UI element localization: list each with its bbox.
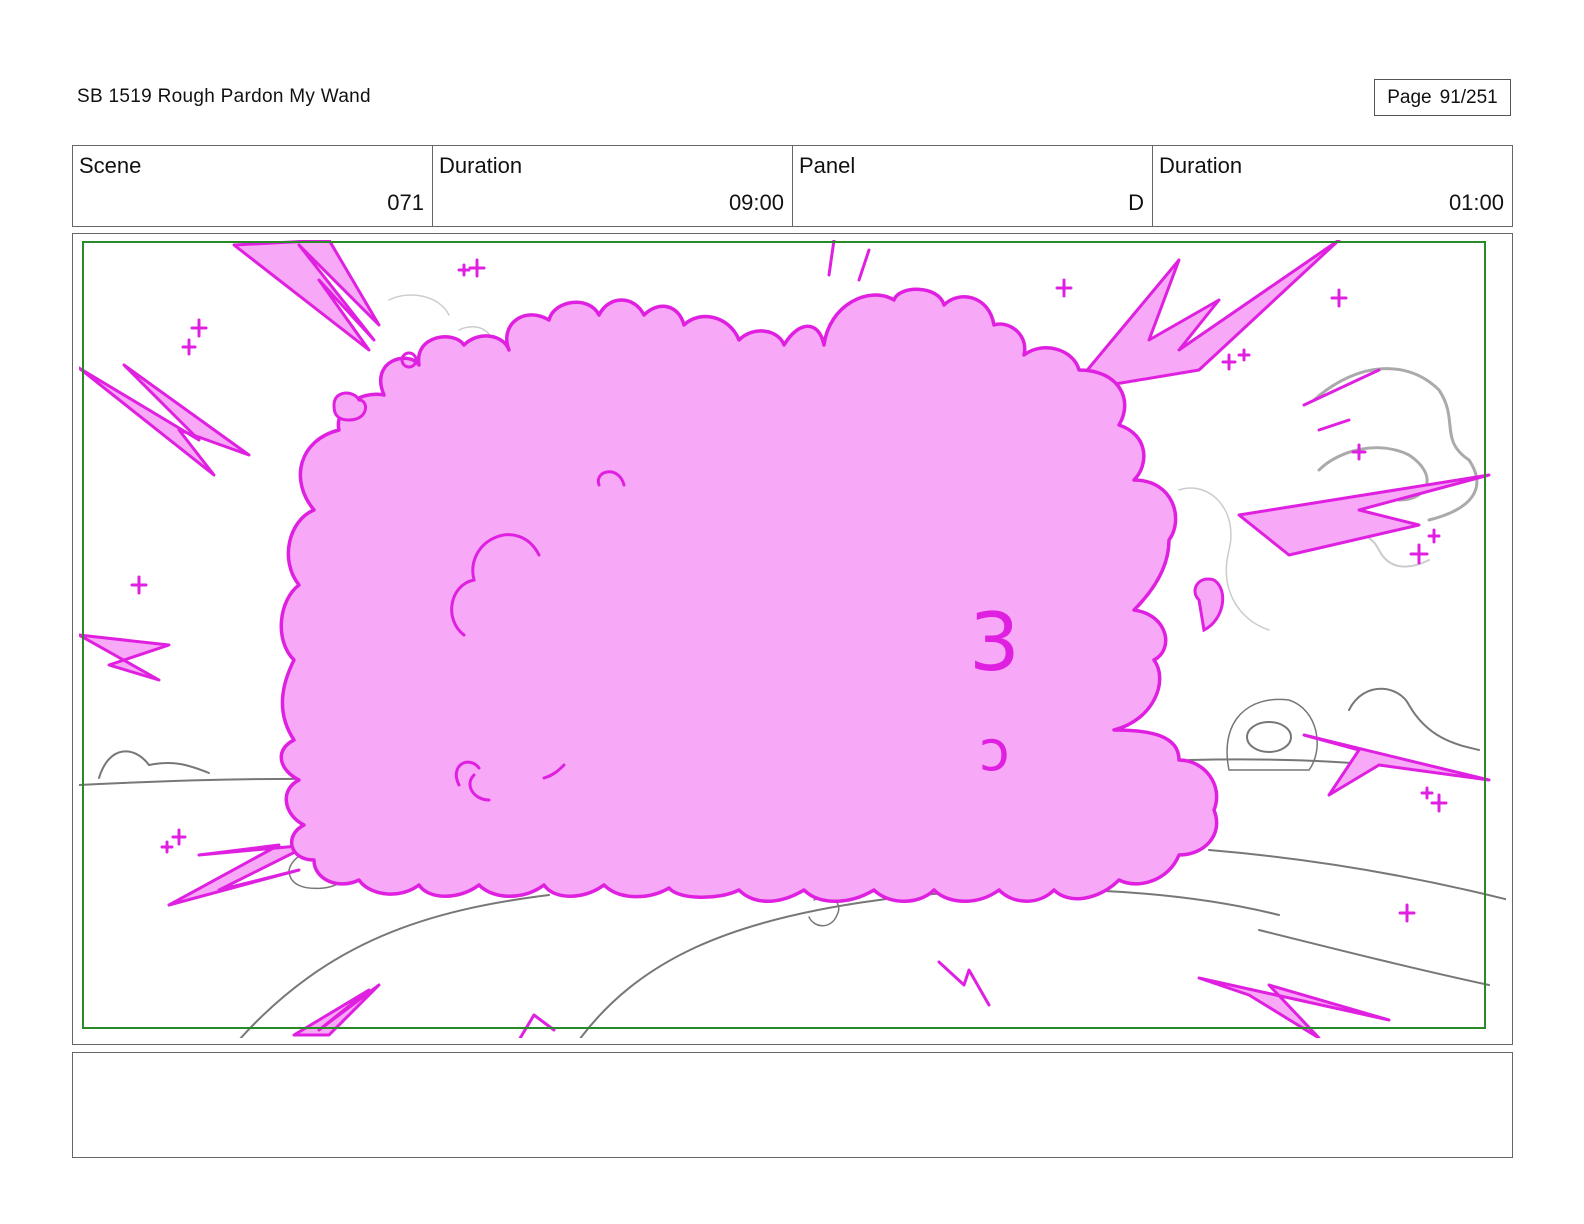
scene-cell: Scene 071 xyxy=(73,146,433,226)
annotation-reversed-c: ɔ xyxy=(979,719,1010,784)
panel-value: D xyxy=(1128,190,1144,215)
magic-cloud xyxy=(279,287,1219,903)
panel-drawing: 3 ɔ xyxy=(79,240,1506,1038)
panel-duration-cell: Duration 01:00 xyxy=(1153,146,1512,226)
scene-duration-cell: Duration 09:00 xyxy=(433,146,793,226)
storyboard-title: SB 1519 Rough Pardon My Wand xyxy=(77,86,371,107)
page-number: 91/251 xyxy=(1439,86,1498,108)
scene-value: 071 xyxy=(387,190,424,215)
scene-info-table: Scene 071 Duration 09:00 Panel D Duratio… xyxy=(72,145,1513,227)
panel-duration-label: Duration xyxy=(1159,153,1243,178)
scene-duration-label: Duration xyxy=(439,153,523,178)
caption-box xyxy=(72,1052,1513,1158)
scene-label: Scene xyxy=(79,153,142,178)
panel-cell: Panel D xyxy=(793,146,1153,226)
page-label: Page xyxy=(1387,86,1432,108)
panel-label: Panel xyxy=(799,153,856,178)
annotation-three: 3 xyxy=(969,596,1020,689)
storyboard-panel: 3 ɔ xyxy=(72,233,1513,1045)
scene-duration-value: 09:00 xyxy=(728,190,784,215)
page-indicator: Page 91/251 xyxy=(1374,79,1511,116)
panel-duration-value: 01:00 xyxy=(1448,190,1504,215)
